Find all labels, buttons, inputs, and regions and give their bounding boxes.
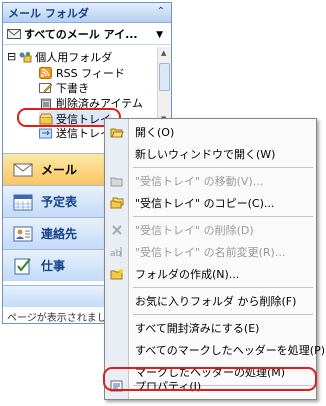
personal-folder-icon xyxy=(19,51,32,62)
mail-icon xyxy=(13,163,33,176)
scroll-up-icon[interactable]: ▲ xyxy=(161,49,166,57)
menu-item-process-all-headers[interactable]: すべてのマークしたヘッダーを処理(P) xyxy=(105,339,325,361)
menu-item-mark-all-read[interactable]: すべて開封済みにする(E) xyxy=(105,317,316,339)
folder-tree: ⊟ 個人用フォルダ RSS フィード 下書き 削除済みアイテム 受信トレイ xyxy=(3,47,157,125)
chevron-down-icon[interactable]: ▼ xyxy=(156,30,163,40)
status-text: ページが表示されまし xyxy=(7,313,107,324)
rss-icon xyxy=(39,66,52,79)
all-mail-label: すべてのメール アイ... xyxy=(24,27,138,41)
mail-folders-header: メール フォルダ xyxy=(3,3,171,23)
calendar-icon xyxy=(13,194,33,210)
menu-item-label: 新しいウィンドウで開く(W) xyxy=(135,148,276,161)
context-menu: 開く(O) 新しいウィンドウで開く(W) "受信トレイ" の移動(V)... "… xyxy=(104,118,325,400)
menu-item-label: "受信トレイ" の名前変更(R)... xyxy=(135,246,286,259)
copy-folder-icon xyxy=(110,197,124,209)
menu-item-copy[interactable]: "受信トレイ" のコピー(C)... xyxy=(105,192,316,214)
nav-button-label: 連絡先 xyxy=(41,227,78,241)
deleted-items-icon xyxy=(40,98,52,109)
folder-tree-scrollbar[interactable]: ▲ ▼ xyxy=(157,47,171,127)
menu-item-label: すべて開封済みにする(E) xyxy=(135,322,260,335)
menu-item-label: お気に入りフォルダ から削除(F) xyxy=(135,295,297,308)
menu-item-label: "受信トレイ" の移動(V)... xyxy=(135,175,264,188)
nav-button-label: 仕事 xyxy=(41,259,66,273)
menu-item-open-new-window[interactable]: 新しいウィンドウで開く(W) xyxy=(105,143,316,165)
tree-item-label: 個人用フォルダ xyxy=(35,50,113,64)
expander-icon[interactable]: ⊟ xyxy=(7,50,16,63)
mail-folders-title: メール フォルダ xyxy=(8,6,89,20)
nav-button-label: 予定表 xyxy=(41,195,78,209)
properties-icon xyxy=(110,380,123,392)
tree-item-deleted[interactable]: 削除済みアイテム xyxy=(39,95,143,110)
delete-icon xyxy=(112,225,122,235)
menu-item-label: "受信トレイ" のコピー(C)... xyxy=(135,197,275,210)
menu-separator xyxy=(133,314,313,315)
open-folder-icon xyxy=(110,128,124,138)
tree-item-drafts[interactable]: 下書き xyxy=(39,80,89,95)
menu-item-label: 開く(O) xyxy=(135,126,175,139)
contacts-icon xyxy=(13,226,33,241)
drafts-icon xyxy=(39,82,53,93)
collapse-icon[interactable]: ⌃ xyxy=(157,6,165,17)
tree-item-inbox[interactable]: 受信トレイ xyxy=(39,111,111,125)
menu-item-open[interactable]: 開く(O) xyxy=(105,121,316,143)
menu-item-remove-favorite[interactable]: お気に入りフォルダ から削除(F) xyxy=(105,290,316,312)
tree-item-label: 下書き xyxy=(56,81,89,95)
rename-icon: ab xyxy=(110,247,122,258)
tasks-icon xyxy=(14,257,31,274)
menu-item-label: プロパティ(I) xyxy=(135,380,202,393)
tree-item-rss[interactable]: RSS フィード xyxy=(39,65,125,80)
mail-icon xyxy=(7,28,21,39)
tree-item-label: 受信トレイ xyxy=(56,112,111,126)
nav-button-label: メール xyxy=(41,163,78,177)
svg-text:ab: ab xyxy=(110,249,122,258)
tree-item-label: RSS フィード xyxy=(56,66,125,80)
tree-item-label: 送信トレイ xyxy=(56,127,111,139)
move-folder-icon xyxy=(110,177,123,187)
menu-item-properties[interactable]: プロパティ(I) xyxy=(105,375,316,397)
menu-item-delete[interactable]: "受信トレイ" の削除(D) xyxy=(105,219,316,241)
tree-item-label: 削除済みアイテム xyxy=(56,96,143,110)
menu-item-new-folder[interactable]: フォルダの作成(N)... xyxy=(105,263,316,285)
menu-item-rename[interactable]: ab "受信トレイ" の名前変更(R)... xyxy=(105,241,316,263)
menu-item-label: フォルダの作成(N)... xyxy=(135,268,240,281)
inbox-icon xyxy=(39,113,53,124)
scrollbar-thumb[interactable] xyxy=(159,63,170,91)
menu-separator xyxy=(133,167,313,168)
menu-item-label: "受信トレイ" の削除(D) xyxy=(135,224,254,237)
all-mail-items-selector[interactable]: すべてのメール アイ... xyxy=(3,23,171,45)
tree-item-outbox[interactable]: 送信トレイ xyxy=(39,127,111,139)
menu-item-move[interactable]: "受信トレイ" の移動(V)... xyxy=(105,170,316,192)
outbox-icon xyxy=(39,128,52,139)
menu-separator xyxy=(133,216,313,217)
tree-item-personal-folders[interactable]: ⊟ 個人用フォルダ xyxy=(7,49,112,64)
menu-separator xyxy=(133,287,313,288)
menu-item-label: すべてのマークしたヘッダーを処理(P) xyxy=(135,344,326,357)
new-folder-icon xyxy=(110,268,124,280)
